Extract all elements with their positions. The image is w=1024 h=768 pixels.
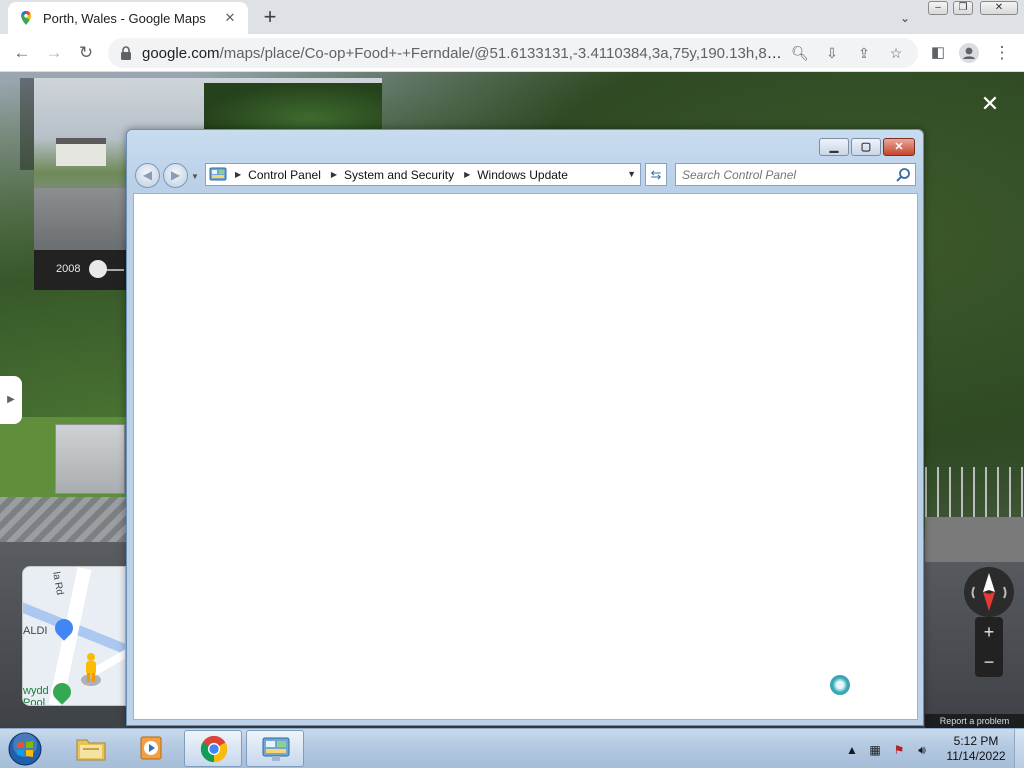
breadcrumb-control-panel[interactable]: Control Panel: [248, 168, 321, 182]
back-arrow-icon[interactable]: ←: [10, 41, 34, 65]
recent-pages-chevron-icon[interactable]: ▼: [191, 172, 199, 181]
street-view-curb: [0, 497, 130, 542]
new-tab-button[interactable]: +: [258, 6, 282, 30]
photo-house: [56, 138, 106, 166]
street-view-wall: [925, 517, 1024, 562]
show-desktop-button[interactable]: [1014, 729, 1024, 768]
minimap[interactable]: la Rd ALDI wydd Pool: [22, 566, 126, 706]
breadcrumb-windows-update[interactable]: Windows Update: [477, 168, 568, 182]
time-travel-year: 2008: [56, 263, 81, 275]
browser-restore-button[interactable]: ❐: [953, 1, 973, 15]
browser-minimize-button[interactable]: –: [928, 1, 948, 15]
profile-icon[interactable]: [957, 41, 981, 65]
folder-icon: [76, 739, 106, 761]
chrome-icon: [200, 735, 228, 763]
taskbar-app-chrome[interactable]: [184, 730, 242, 767]
forward-arrow-icon[interactable]: →: [42, 41, 66, 65]
close-street-view-icon[interactable]: ✕: [978, 92, 1002, 116]
media-player-icon: [140, 736, 162, 760]
clock-date: 11/14/2022: [946, 749, 1006, 763]
minimap-store-label: ALDI: [23, 625, 48, 637]
address-bar[interactable]: google.com/maps/place/Co-op+Food+-+Fernd…: [108, 38, 918, 68]
clock-time: 5:12 PM: [953, 734, 999, 748]
street-view-utility-box: [55, 424, 125, 494]
show-hidden-icons-chevron-icon[interactable]: ▲: [843, 741, 861, 759]
expand-side-panel-button[interactable]: ▶: [0, 376, 22, 424]
control-panel-window[interactable]: ▁ ▢ ✕ ◀ ▶ ▼ ▶ Control Panel ▶ System and…: [126, 129, 924, 726]
google-maps-icon: [21, 11, 31, 25]
url-text[interactable]: google.com/maps/place/Co-op+Food+-+Fernd…: [142, 45, 782, 62]
browser-close-button[interactable]: ✕: [980, 1, 1018, 15]
taskbar-app-control-panel[interactable]: [246, 730, 304, 767]
breadcrumb-separator-icon[interactable]: ▶: [235, 170, 241, 179]
minimap-place-label: Pool: [23, 697, 46, 706]
window-maximize-button[interactable]: ▢: [851, 138, 881, 156]
control-panel-content[interactable]: [133, 193, 918, 720]
minimap-road-label: la Rd: [50, 571, 66, 596]
street-view-fence: [925, 467, 1024, 517]
tab-search-chevron-icon[interactable]: ⌄: [895, 8, 915, 28]
tab-title: Porth, Wales - Google Maps: [43, 10, 206, 26]
breadcrumb-separator-icon[interactable]: ▶: [331, 170, 337, 179]
browser-tab[interactable]: Porth, Wales - Google Maps ✕: [8, 2, 248, 34]
reload-icon[interactable]: ↻: [74, 41, 98, 65]
report-problem-link[interactable]: Report a problem: [925, 714, 1024, 728]
search-control-panel[interactable]: [675, 163, 916, 186]
breadcrumb-system-and-security[interactable]: System and Security: [344, 168, 454, 182]
breadcrumb-separator-icon[interactable]: ▶: [464, 170, 470, 179]
system-clock[interactable]: 5:12 PM 11/14/2022: [940, 734, 1012, 764]
screen: Porth, Wales - Google Maps ✕ + ⌄ – ❐ ✕ ←…: [0, 0, 1024, 768]
taskbar-app-explorer[interactable]: [62, 730, 120, 767]
browser-toolbar: ← → ↻ google.com/maps/place/Co-op+Food+-…: [0, 34, 1024, 72]
share-icon[interactable]: ⇪: [854, 43, 874, 63]
busy-cursor-icon: [830, 675, 850, 695]
url-path: /maps/place/Co-op+Food+-+Ferndale/@51.61…: [219, 45, 782, 62]
zoom-out-button[interactable]: −: [975, 647, 1003, 677]
time-travel-slider-handle[interactable]: [89, 260, 107, 278]
install-icon[interactable]: ⇩: [822, 43, 842, 63]
refresh-icon[interactable]: ⇆: [645, 163, 667, 186]
panel-shadow: [20, 78, 34, 170]
search-input[interactable]: [682, 167, 882, 183]
explorer-address-bar[interactable]: ▶ Control Panel ▶ System and Security ▶ …: [205, 163, 641, 186]
taskbar-app-media-player[interactable]: [122, 730, 180, 767]
url-host: google.com: [142, 45, 220, 62]
minimap-place-label: wydd: [23, 685, 49, 697]
forward-button[interactable]: ▶: [163, 163, 188, 188]
search-icon[interactable]: 🔍︎: [790, 43, 810, 63]
address-history-chevron-icon[interactable]: ▼: [627, 169, 636, 179]
search-icon[interactable]: [895, 167, 911, 183]
zoom-in-button[interactable]: +: [975, 617, 1003, 647]
lock-icon[interactable]: [118, 45, 134, 61]
start-button[interactable]: [6, 731, 44, 767]
network-icon[interactable]: ▦: [866, 741, 884, 759]
control-panel-icon: [209, 167, 227, 180]
taskbar: ▲ ▦ ⚑ 🔊︎ 5:12 PM 11/14/2022: [0, 728, 1024, 768]
action-center-icon[interactable]: ⚑: [890, 741, 908, 759]
pegman-icon[interactable]: [81, 652, 101, 686]
control-panel-icon: [262, 737, 290, 761]
star-icon[interactable]: ☆: [886, 43, 906, 63]
window-minimize-button[interactable]: ▁: [819, 138, 849, 156]
volume-icon[interactable]: 🔊︎: [913, 741, 931, 759]
side-panel-icon[interactable]: ◧: [926, 41, 950, 65]
back-button[interactable]: ◀: [135, 163, 160, 188]
zoom-control: + −: [975, 617, 1003, 677]
compass-icon[interactable]: [964, 567, 1014, 617]
window-close-button[interactable]: ✕: [883, 138, 915, 156]
more-vert-icon[interactable]: ⋮: [990, 41, 1014, 65]
close-tab-icon[interactable]: ✕: [222, 10, 238, 26]
browser-tab-strip: Porth, Wales - Google Maps ✕ + ⌄ – ❐ ✕: [0, 0, 1024, 34]
